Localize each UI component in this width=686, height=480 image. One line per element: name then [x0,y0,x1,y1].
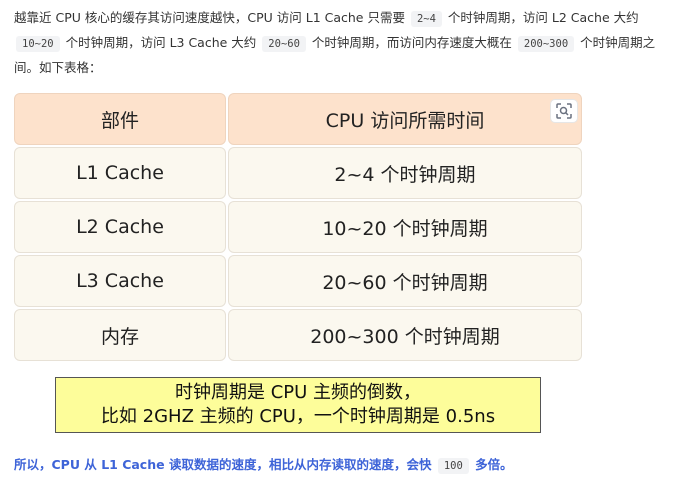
intro-text-1: 越靠近 CPU 核心的缓存其访问速度越快，CPU 访问 L1 Cache 只需要 [14,10,405,25]
conclusion-paragraph: 所以，CPU 从 L1 Cache 读取数据的速度，相比从内存读取的速度，会快 … [14,455,513,476]
conclusion-text-1: 所以，CPU 从 L1 Cache 读取数据的速度，相比从内存读取的速度，会快 [14,457,432,472]
inline-code-mem: 200~300 [517,36,575,52]
note-line-1: 时钟周期是 CPU 主频的倒数， [174,382,422,403]
table-cell-time: 2~4 个时钟周期 [228,147,582,199]
inline-code-l3: 20~60 [262,36,306,52]
cache-latency-table: 部件 CPU 访问所需时间 L1 Cache 2~4 个时钟周期 L2 Cach… [14,93,582,363]
table-cell-part: L2 Cache [14,201,226,253]
note-line-2: 比如 2GHZ 主频的 CPU，一个时钟周期是 0.5ns [100,406,496,427]
table-cell-part: 内存 [14,309,226,361]
conclusion-text-2: 多倍。 [475,457,513,472]
clock-cycle-note: 时钟周期是 CPU 主频的倒数， 比如 2GHZ 主频的 CPU，一个时钟周期是… [55,377,541,433]
inline-code-l2: 10~20 [16,36,60,52]
table-cell-part: L3 Cache [14,255,226,307]
header-cell-time: CPU 访问所需时间 [228,93,582,145]
table-cell-time: 200~300 个时钟周期 [228,309,582,361]
scan-icon [556,103,572,119]
header-cell-part: 部件 [14,93,226,145]
inline-code-l1: 2~4 [410,11,442,27]
table-cell-part: L1 Cache [14,147,226,199]
intro-text-3: 个时钟周期，访问 L3 Cache 大约 [65,35,257,50]
intro-text-4: 个时钟周期，而访问内存速度大概在 [311,35,512,50]
table-cell-time: 10~20 个时钟周期 [228,201,582,253]
intro-text-2: 个时钟周期，访问 L2 Cache 大约 [447,10,639,25]
intro-paragraph: 越靠近 CPU 核心的缓存其访问速度越快，CPU 访问 L1 Cache 只需要… [14,6,678,80]
table-cell-time: 20~60 个时钟周期 [228,255,582,307]
inline-code-100: 100 [437,458,469,474]
image-scan-button[interactable] [550,99,578,123]
